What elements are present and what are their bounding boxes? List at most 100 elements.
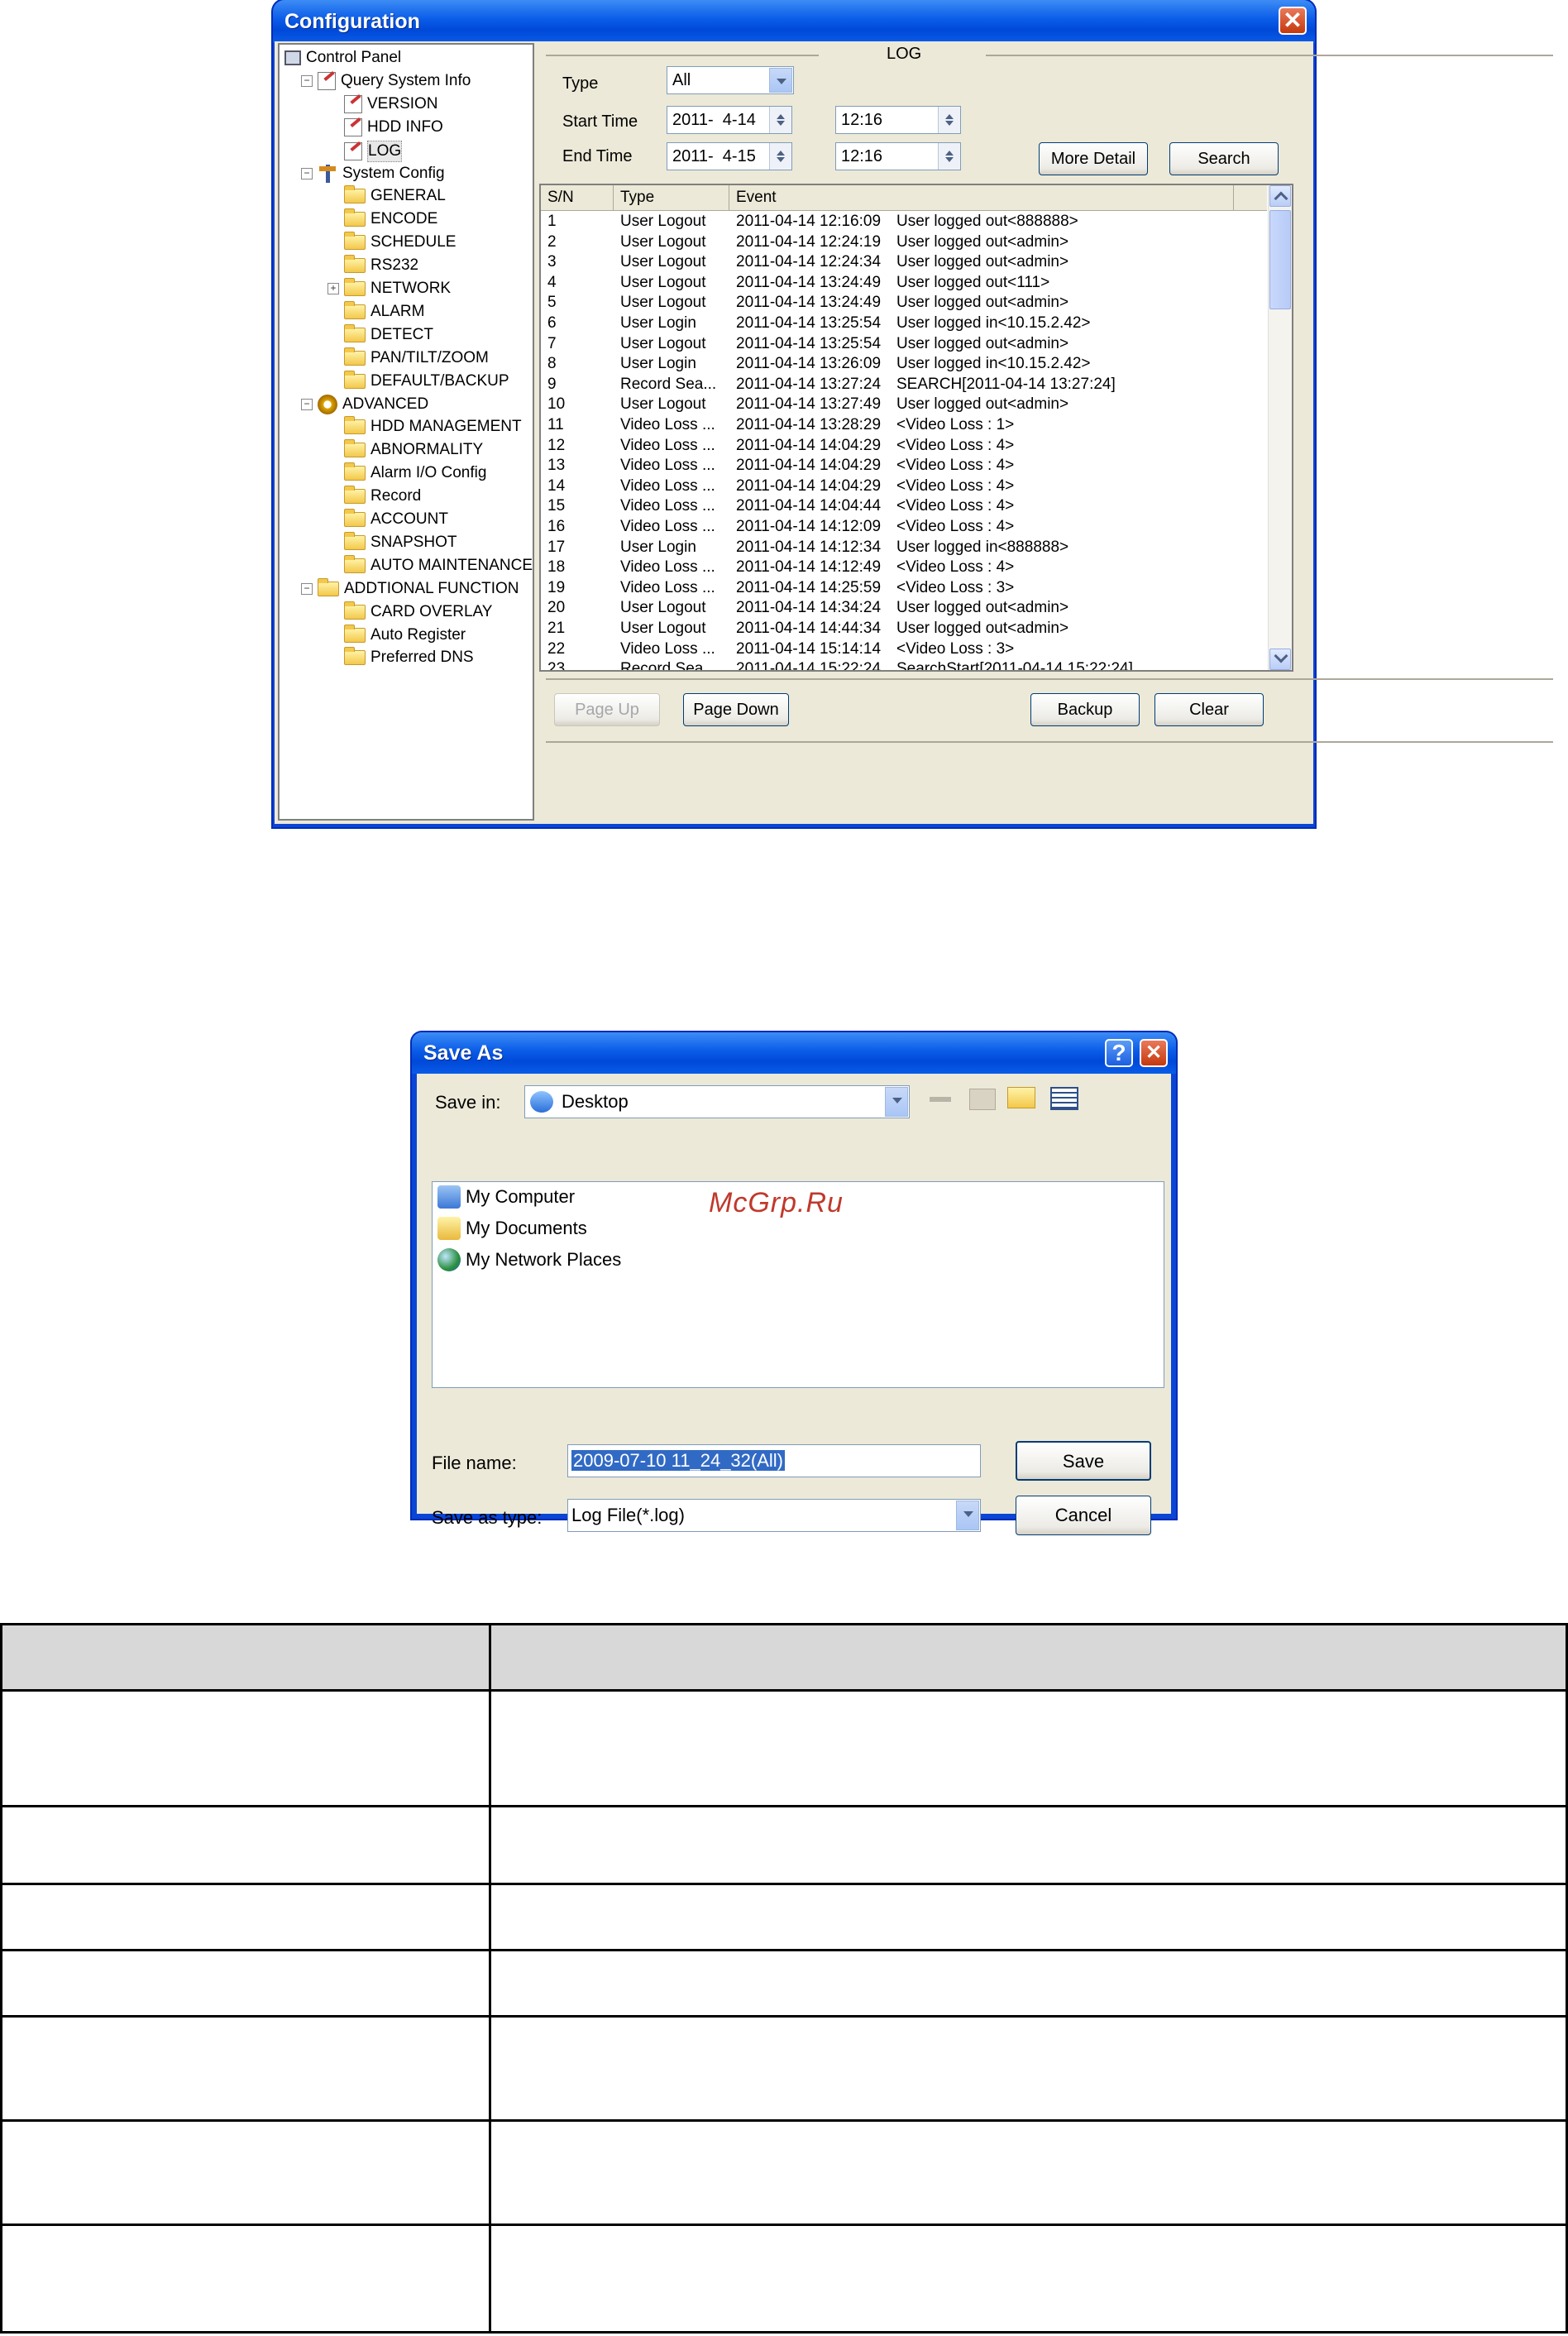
tree-item-encode[interactable]: ENCODE: [344, 208, 437, 229]
tree-item-schedule[interactable]: SCHEDULE: [344, 232, 456, 252]
tree-item-default-backup[interactable]: DEFAULT/BACKUP: [344, 370, 509, 391]
file-name-input[interactable]: 2009-07-10 11_24_32(All): [567, 1444, 981, 1477]
table-row[interactable]: 13 Video Loss ... 2011-04-14 14:04:29 <Vide…: [541, 456, 1267, 476]
file-list[interactable]: My Computer My Documents My Network Plac…: [432, 1181, 1164, 1388]
table-row[interactable]: 20 User Logout 2011-04-14 14:34:24 User log…: [541, 598, 1267, 619]
table-row[interactable]: 14 Video Loss ... 2011-04-14 14:04:29 <Vide…: [541, 476, 1267, 497]
table-row[interactable]: 23 Record Sea... 2011-04-14 15:22:24 Search…: [541, 659, 1267, 670]
tree-item-record[interactable]: Record: [344, 486, 421, 506]
tree-item-addtional-function[interactable]: − ADDTIONAL FUNCTION: [301, 577, 519, 599]
chevron-down-icon[interactable]: [956, 1501, 979, 1530]
tree-item-version[interactable]: VERSION: [344, 94, 438, 114]
tree-item-snapshot[interactable]: SNAPSHOT: [344, 531, 457, 553]
start-time-field[interactable]: 12:16: [835, 106, 961, 134]
tree-item-alarm-i-o-config[interactable]: Alarm I/O Config: [344, 462, 486, 483]
table-row[interactable]: 15 Video Loss ... 2011-04-14 14:04:44 <Vide…: [541, 496, 1267, 517]
collapse-icon[interactable]: −: [301, 74, 313, 87]
save-button[interactable]: Save: [1016, 1441, 1151, 1481]
tree-item-query-system-info[interactable]: − Query System Info: [301, 71, 471, 91]
table-row[interactable]: 8 User Login 2011-04-14 13:26:09 User logge…: [541, 354, 1267, 375]
table-row[interactable]: 11 Video Loss ... 2011-04-14 13:28:29 <Vide…: [541, 415, 1267, 436]
tree-item-system-config[interactable]: − System Config: [301, 164, 445, 184]
page-down-button[interactable]: Page Down: [683, 693, 789, 726]
scroll-down-icon[interactable]: [1269, 649, 1291, 670]
end-date-spinner-icon[interactable]: [769, 143, 791, 170]
tree-item-auto-maintenance[interactable]: AUTO MAINTENANCE: [344, 554, 533, 576]
table-row[interactable]: 1 User Logout 2011-04-14 12:16:09 User logg…: [541, 212, 1267, 232]
collapse-icon[interactable]: −: [301, 582, 313, 595]
tree-item-network[interactable]: + NETWORK: [327, 278, 451, 299]
more-detail-button[interactable]: More Detail: [1039, 142, 1148, 175]
table-row[interactable]: 9 Record Sea... 2011-04-14 13:27:24 SEARCH[…: [541, 375, 1267, 395]
table-row[interactable]: 4 User Logout 2011-04-14 13:24:49 User logg…: [541, 273, 1267, 294]
tree-item-log[interactable]: LOG: [344, 140, 403, 162]
tree-item-pan-tilt-zoom[interactable]: PAN/TILT/ZOOM: [344, 347, 489, 368]
start-date-spinner-icon[interactable]: [769, 107, 791, 133]
config-tree[interactable]: Control Panel − Query System Info VERSION HD…: [278, 43, 534, 821]
table-row[interactable]: 16 Video Loss ... 2011-04-14 14:12:09 <Vide…: [541, 517, 1267, 538]
save-as-type-select[interactable]: Log File(*.log): [567, 1499, 981, 1532]
my-computer-item[interactable]: My Computer: [437, 1185, 575, 1209]
table-row[interactable]: 10 User Logout 2011-04-14 13:27:49 User log…: [541, 395, 1267, 415]
page-up-button[interactable]: Page Up: [554, 693, 660, 726]
backup-button[interactable]: Backup: [1030, 693, 1140, 726]
save-in-select[interactable]: Desktop: [524, 1085, 910, 1118]
table-row[interactable]: 17 User Login 2011-04-14 14:12:34 User logg…: [541, 538, 1267, 558]
tree-item-hdd-info[interactable]: HDD INFO: [344, 117, 443, 137]
chevron-down-icon[interactable]: [885, 1087, 908, 1117]
end-time-field[interactable]: 12:16: [835, 142, 961, 170]
my-documents-item[interactable]: My Documents: [437, 1217, 587, 1240]
tree-item-hdd-management[interactable]: HDD MANAGEMENT: [344, 416, 522, 437]
table-row[interactable]: 21 User Logout 2011-04-14 14:44:34 User log…: [541, 619, 1267, 639]
cell-sn: 1: [547, 213, 557, 230]
close-icon[interactable]: ✕: [1140, 1039, 1168, 1067]
tree-item-auto-register[interactable]: Auto Register: [344, 624, 466, 645]
tree-item-rs232[interactable]: RS232: [344, 255, 418, 275]
expand-icon[interactable]: +: [327, 283, 339, 294]
scroll-thumb[interactable]: [1269, 210, 1291, 309]
tree-item-preferred-dns[interactable]: Preferred DNS: [344, 647, 474, 668]
my-network-places-item[interactable]: My Network Places: [437, 1248, 621, 1271]
cancel-button[interactable]: Cancel: [1016, 1496, 1151, 1535]
log-table[interactable]: S/N Type Event 1 User Logout 2011-04-14 12…: [539, 184, 1293, 672]
tree-item-advanced[interactable]: − ADVANCED: [301, 394, 428, 414]
end-time-spinner-icon[interactable]: [938, 143, 960, 170]
log-scrollbar[interactable]: [1268, 185, 1292, 670]
column-header-event[interactable]: Event: [729, 185, 1234, 210]
tree-item-card-overlay[interactable]: CARD OVERLAY: [344, 601, 492, 622]
table-row[interactable]: 6 User Login 2011-04-14 13:25:54 User logge…: [541, 314, 1267, 334]
column-header-sn[interactable]: S/N: [541, 185, 614, 210]
start-time-spinner-icon[interactable]: [938, 107, 960, 133]
search-button[interactable]: Search: [1169, 142, 1279, 175]
tree-item-general[interactable]: GENERAL: [344, 185, 446, 206]
chevron-down-icon[interactable]: [769, 68, 792, 93]
new-folder-icon[interactable]: [1007, 1087, 1035, 1108]
table-row[interactable]: 7 User Logout 2011-04-14 13:25:54 User logg…: [541, 334, 1267, 355]
tree-item-control-panel[interactable]: Control Panel: [284, 48, 401, 68]
type-select[interactable]: All: [667, 66, 794, 94]
tree-item-detect[interactable]: DETECT: [344, 323, 433, 345]
up-folder-icon[interactable]: [969, 1089, 996, 1110]
table-row[interactable]: 22 Video Loss ... 2011-04-14 15:14:14 <Vide…: [541, 639, 1267, 660]
table-row[interactable]: 18 Video Loss ... 2011-04-14 14:12:49 <Vide…: [541, 558, 1267, 578]
cell-event: User logged out<111>: [896, 273, 1050, 291]
clear-button[interactable]: Clear: [1154, 693, 1264, 726]
collapse-icon[interactable]: −: [301, 398, 313, 410]
column-header-type[interactable]: Type: [614, 185, 729, 210]
tree-item-abnormality[interactable]: ABNORMALITY: [344, 439, 483, 460]
table-row[interactable]: 2 User Logout 2011-04-14 12:24:19 User logg…: [541, 232, 1267, 253]
scroll-up-icon[interactable]: [1269, 185, 1291, 207]
tree-item-alarm[interactable]: ALARM: [344, 300, 424, 322]
collapse-icon[interactable]: −: [301, 167, 313, 180]
table-row[interactable]: 12 Video Loss ... 2011-04-14 14:04:29 <Vide…: [541, 436, 1267, 457]
view-menu-icon[interactable]: [1050, 1087, 1078, 1110]
end-date-field[interactable]: 2011- 4-15: [667, 142, 792, 170]
back-arrow-icon[interactable]: [930, 1097, 951, 1102]
help-icon[interactable]: ?: [1105, 1039, 1133, 1067]
close-icon[interactable]: ✕: [1279, 7, 1307, 35]
table-row[interactable]: 19 Video Loss ... 2011-04-14 14:25:59 <Vide…: [541, 578, 1267, 599]
start-date-field[interactable]: 2011- 4-14: [667, 106, 792, 134]
table-row[interactable]: 3 User Logout 2011-04-14 12:24:34 User logg…: [541, 252, 1267, 273]
table-row[interactable]: 5 User Logout 2011-04-14 13:24:49 User logg…: [541, 293, 1267, 314]
tree-item-account[interactable]: ACCOUNT: [344, 509, 448, 529]
